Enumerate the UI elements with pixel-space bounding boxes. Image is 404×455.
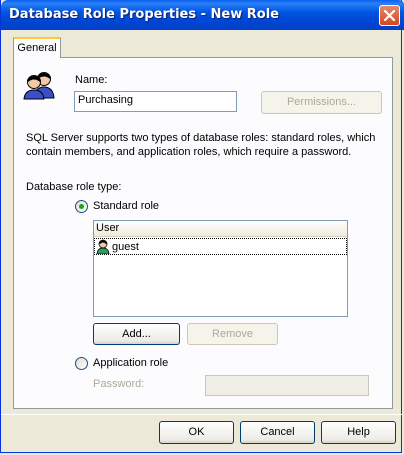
name-input-value: Purchasing: [78, 94, 134, 106]
dialog-window: Database Role Properties - New Role Gene…: [0, 0, 404, 453]
ok-button-label: OK: [188, 426, 205, 438]
add-button[interactable]: Add...: [93, 323, 180, 345]
column-header-user-label: User: [96, 222, 120, 234]
radio-selected-dot: [79, 204, 84, 209]
footer-divider: [1, 414, 403, 415]
help-button-label: Help: [347, 426, 370, 438]
permissions-button-label: Permissions...: [286, 96, 357, 108]
permissions-button[interactable]: Permissions...: [261, 91, 382, 114]
password-label: Password:: [93, 378, 145, 390]
help-button[interactable]: Help: [321, 421, 396, 444]
window-title: Database Role Properties - New Role: [9, 7, 279, 22]
users-icon: [23, 72, 55, 100]
role-type-label: Database role type:: [26, 181, 122, 193]
member-name: guest: [112, 241, 139, 253]
close-button[interactable]: [379, 5, 400, 26]
role-type-description: SQL Server supports two types of databas…: [26, 132, 376, 158]
user-icon: [96, 239, 110, 254]
remove-button-label: Remove: [212, 328, 253, 340]
column-header-user[interactable]: User: [94, 221, 347, 237]
password-input[interactable]: [205, 375, 369, 396]
tab-general-label: General: [17, 42, 57, 54]
application-role-radio[interactable]: [75, 357, 88, 370]
table-row[interactable]: guest: [94, 238, 347, 255]
standard-role-label[interactable]: Standard role: [93, 200, 159, 212]
cancel-button-label: Cancel: [260, 426, 295, 438]
name-input[interactable]: Purchasing: [74, 91, 237, 112]
title-bar[interactable]: Database Role Properties - New Role: [1, 0, 404, 30]
ok-button[interactable]: OK: [159, 421, 234, 444]
members-list[interactable]: User guest: [93, 220, 348, 317]
cancel-button[interactable]: Cancel: [240, 421, 315, 444]
add-button-label: Add...: [122, 328, 151, 340]
close-icon: [384, 10, 395, 21]
name-label: Name:: [75, 74, 108, 86]
tab-general[interactable]: General: [13, 37, 61, 58]
standard-role-radio[interactable]: [75, 200, 88, 213]
remove-button[interactable]: Remove: [187, 323, 278, 345]
application-role-label[interactable]: Application role: [93, 357, 168, 369]
